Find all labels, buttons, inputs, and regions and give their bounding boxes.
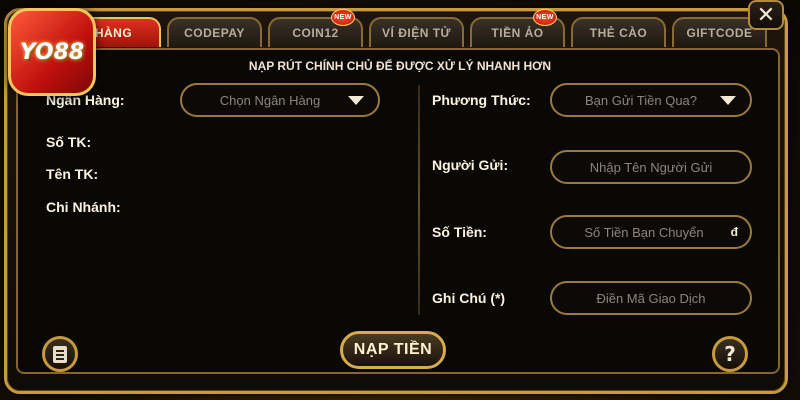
sender-placeholder: Nhập Tên Người Gửi — [589, 159, 713, 175]
sender-label: Người Gửi: — [432, 157, 509, 173]
column-divider — [418, 85, 420, 315]
account-name-label: Tên TK: — [46, 166, 99, 182]
tab-crypto[interactable]: TIỀN ẢO NEW — [470, 9, 565, 47]
branch-label: Chi Nhánh: — [46, 199, 121, 215]
amount-placeholder: Số Tiền Bạn Chuyển — [584, 224, 704, 240]
tab-label: THẺ CÀO — [589, 26, 648, 40]
method-select-value: Bạn Gửi Tiền Qua? — [584, 92, 698, 108]
note-input[interactable]: Điền Mã Giao Dịch — [550, 281, 752, 315]
brand-logo: YO88 — [8, 8, 96, 96]
method-select[interactable]: Bạn Gửi Tiền Qua? — [550, 83, 752, 117]
close-button[interactable]: ✕ — [748, 0, 784, 30]
tab-scratch-card[interactable]: THẺ CÀO — [571, 17, 666, 47]
bank-select[interactable]: Chọn Ngân Hàng — [180, 83, 380, 117]
currency-symbol: đ — [730, 225, 738, 239]
new-badge: NEW — [331, 9, 355, 26]
tab-codepay[interactable]: CODEPAY — [167, 17, 262, 47]
account-number-label: Số TK: — [46, 134, 92, 150]
tab-label: COIN12 — [292, 26, 339, 40]
bank-select-value: Chọn Ngân Hàng — [219, 92, 321, 108]
chevron-down-icon — [720, 96, 736, 105]
logo-text: YO88 — [19, 39, 85, 65]
tab-e-wallet[interactable]: VÍ ĐIỆN TỬ — [369, 17, 464, 47]
amount-label: Số Tiền: — [432, 224, 487, 240]
tab-coin12[interactable]: COIN12 NEW — [268, 9, 363, 47]
help-button[interactable]: ? — [712, 336, 748, 372]
tab-label: CODEPAY — [184, 26, 245, 40]
method-label: Phương Thức: — [432, 92, 531, 108]
tab-label: GIFTCODE — [686, 26, 753, 40]
amount-input[interactable]: Số Tiền Bạn Chuyển đ — [550, 215, 752, 249]
history-button[interactable] — [42, 336, 78, 372]
note-label: Ghi Chú (*) — [432, 290, 506, 306]
new-badge: NEW — [533, 9, 557, 26]
deposit-dialog: HÀNG CODEPAY COIN12 NEW VÍ ĐIỆN TỬ TIỀN Ả… — [0, 0, 800, 400]
chevron-down-icon — [348, 96, 364, 105]
document-icon — [53, 345, 67, 363]
tab-label: VÍ ĐIỆN TỬ — [382, 26, 451, 40]
close-icon: ✕ — [756, 2, 776, 28]
deposit-button-label: NẠP TIỀN — [353, 341, 433, 358]
help-icon: ? — [724, 342, 736, 366]
tab-bar: HÀNG CODEPAY COIN12 NEW VÍ ĐIỆN TỬ TIỀN Ả… — [66, 9, 767, 47]
tab-label: HÀNG — [94, 26, 133, 40]
notice-text: NẠP RÚT CHÍNH CHỦ ĐỂ ĐƯỢC XỬ LÝ NHANH HƠ… — [248, 59, 552, 73]
tab-label: TIỀN ẢO — [491, 26, 544, 40]
note-placeholder: Điền Mã Giao Dịch — [596, 290, 706, 306]
deposit-button[interactable]: NẠP TIỀN — [340, 331, 446, 369]
sender-input[interactable]: Nhập Tên Người Gửi — [550, 150, 752, 184]
